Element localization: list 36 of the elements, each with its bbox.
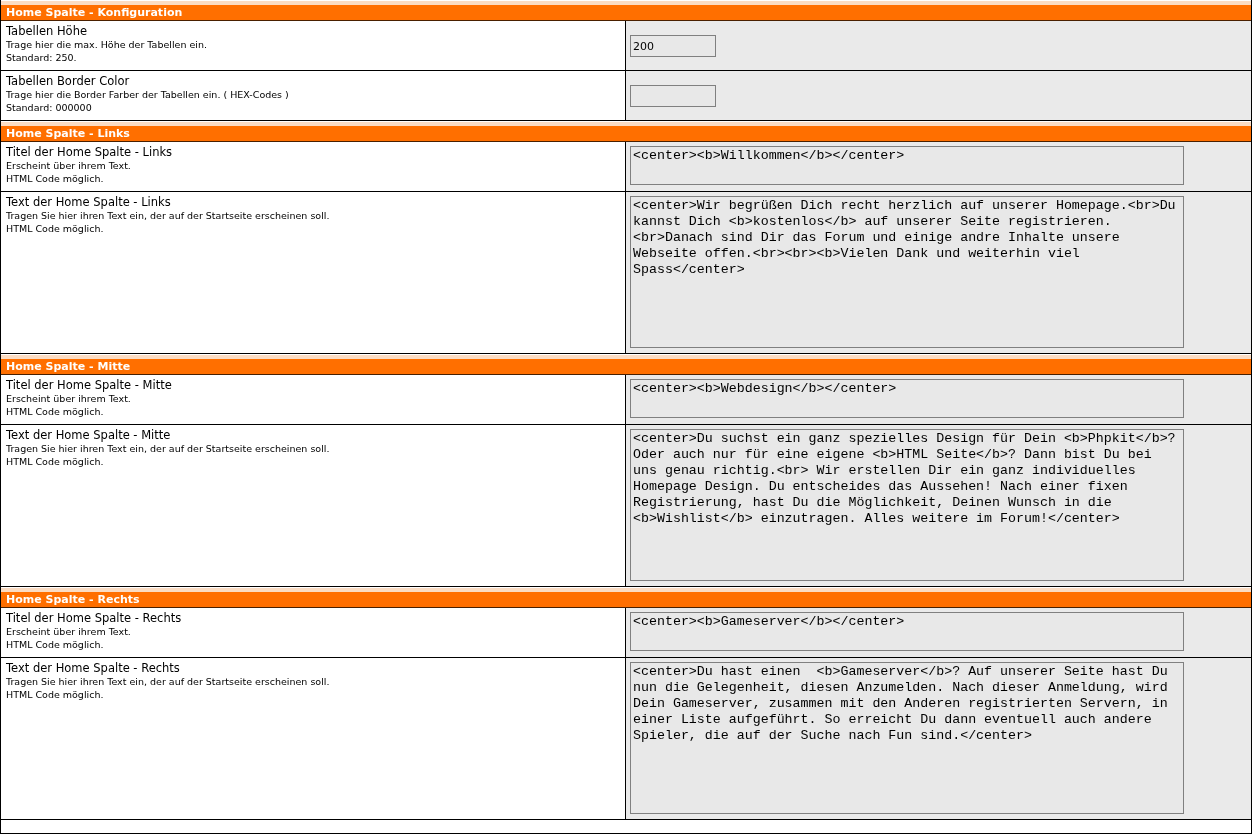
setting-label: Text der Home Spalte - Links xyxy=(6,196,172,209)
text-area-field[interactable]: <center>Wir begrüßen Dich recht herzlich auf unserer Homepage.<br>Du kannst Dich <b>kostenlos</b> auf unserer Seite registrieren.<br>Danach sind Dir das Forum und einige andre Inhalte unsere Webseite offen.<br><br><b>Vielen Dank und weiterhin viel Spass</center> xyxy=(630,196,1184,348)
setting-hint: Trage hier die Border Farber der Tabellen ein. ( HEX-Codes ) xyxy=(6,88,290,101)
section-header: Home Spalte - Rechts xyxy=(1,588,1251,608)
setting-hint: HTML Code möglich. xyxy=(6,638,105,651)
text-area-field[interactable]: <center><b>Willkommen</b></center> xyxy=(630,146,1184,185)
setting-label: Titel der Home Spalte - Links xyxy=(6,146,174,159)
setting-hint: Tragen Sie hier ihren Text ein, der auf der Startseite erscheinen soll. xyxy=(6,675,331,688)
setting-hint: HTML Code möglich. xyxy=(6,455,105,468)
setting-label: Text der Home Spalte - Mitte xyxy=(6,429,172,442)
setting-hint: Standard: 000000 xyxy=(6,101,93,114)
setting-hint: HTML Code möglich. xyxy=(6,222,105,235)
setting-hint: Standard: 250. xyxy=(6,51,78,64)
setting-hint: Tragen Sie hier ihren Text ein, der auf der Startseite erscheinen soll. xyxy=(6,442,331,455)
setting-hint: HTML Code möglich. xyxy=(6,405,105,418)
section-header: Home Spalte - Konfiguration xyxy=(1,1,1251,21)
text-area-field[interactable]: <center><b>Webdesign</b></center> xyxy=(630,379,1184,418)
setting-hint: Erscheint über ihrem Text. xyxy=(6,625,132,638)
setting-hint: Trage hier die max. Höhe der Tabellen ein. xyxy=(6,38,208,51)
text-area-field[interactable]: <center>Du suchst ein ganz spezielles Design für Dein <b>Phpkit</b>? Oder auch nur für eine eigene <b>HTML Seite</b>? Dann bist Du bei uns genau richtig.<br> Wir erstellen Dir ein ganz individuelles Homepage Design. Du entscheides das Aussehen! Nach einer fixen Registrierung, hast Du die Möglichkeit, Deinen Wunsch in die <b>Wishlist</b> einzutragen. Alles weitere im Forum!</center> xyxy=(630,429,1184,581)
setting-hint: HTML Code möglich. xyxy=(6,688,105,701)
setting-hint: Erscheint über ihrem Text. xyxy=(6,159,132,172)
setting-label: Text der Home Spalte - Rechts xyxy=(6,662,181,675)
setting-label: Tabellen Border Color xyxy=(6,75,131,88)
setting-hint: Erscheint über ihrem Text. xyxy=(6,392,132,405)
text-area-field[interactable]: <center>Du hast einen <b>Gameserver</b>? Auf unserer Seite hast Du nun die Gelegenheit, diesen Anzumelden. Nach dieser Anmeldung, wird Dein Gameserver, zusammen mit den Anderen registrierten Servern, in einer Liste aufgeführt. So erreicht Du dann eventuell auch andere Spieler, die auf der Suche nach Fun sind.</center> xyxy=(630,662,1184,814)
text-input-field[interactable]: 200 xyxy=(630,35,716,57)
setting-hint: HTML Code möglich. xyxy=(6,172,105,185)
setting-hint: Tragen Sie hier ihren Text ein, der auf der Startseite erscheinen soll. xyxy=(6,209,331,222)
section-header: Home Spalte - Links xyxy=(1,122,1251,142)
setting-label: Tabellen Höhe xyxy=(6,25,88,38)
text-input-field[interactable] xyxy=(630,85,716,107)
setting-label: Titel der Home Spalte - Mitte xyxy=(6,379,173,392)
setting-label: Titel der Home Spalte - Rechts xyxy=(6,612,183,625)
section-header: Home Spalte - Mitte xyxy=(1,355,1251,375)
text-area-field[interactable]: <center><b>Gameserver</b></center> xyxy=(630,612,1184,651)
